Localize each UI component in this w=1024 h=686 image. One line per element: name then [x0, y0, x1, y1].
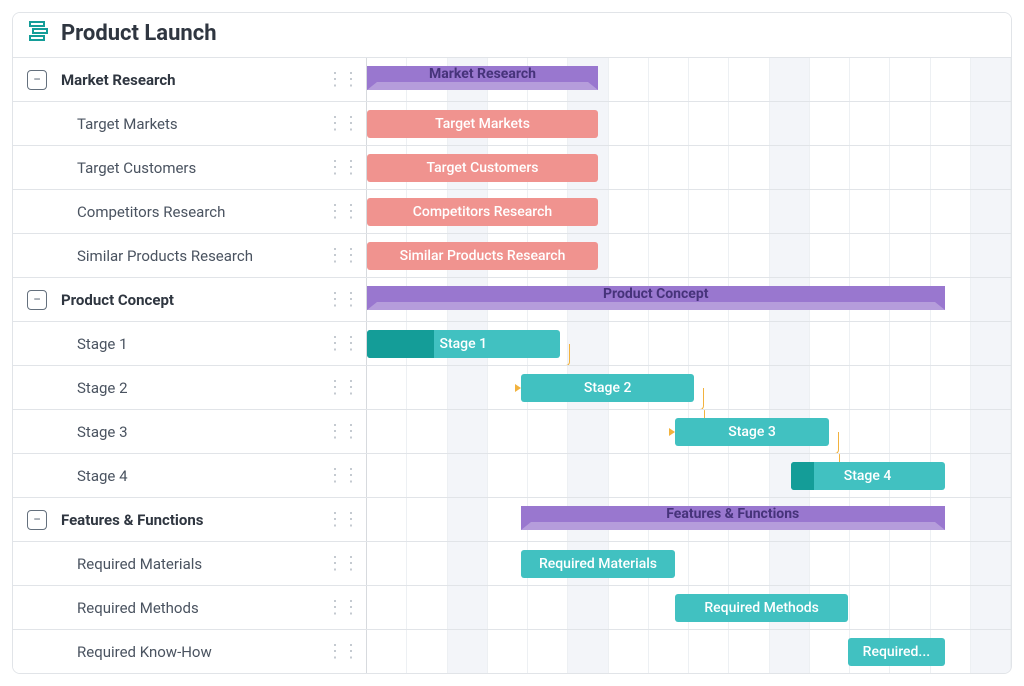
task-row: Target Customers ⋮⋮ Target Customers	[13, 145, 1011, 189]
timeline-cell: Stage 3	[367, 410, 1011, 453]
task-bar-label: Stage 3	[728, 424, 776, 440]
timeline-cell: Stage 1	[367, 322, 1011, 365]
timeline-cell: Similar Products Research	[367, 234, 1011, 277]
task-row: Required Materials ⋮⋮ Required Materials	[13, 541, 1011, 585]
progress-fill	[791, 462, 814, 490]
group-bar-label: Market Research	[367, 66, 598, 82]
drag-handle-icon[interactable]: ⋮⋮	[326, 201, 358, 222]
task-label: Stage 2	[27, 379, 326, 397]
task-label: Similar Products Research	[27, 247, 326, 265]
timeline-cell: Competitors Research	[367, 190, 1011, 233]
group-bar-label: Features & Functions	[521, 506, 945, 522]
timeline-cell: Required...	[367, 630, 1011, 673]
task-label: Target Markets	[27, 115, 326, 133]
drag-handle-icon[interactable]: ⋮⋮	[326, 245, 358, 266]
group-label: Product Concept	[61, 291, 326, 309]
task-bar-label: Similar Products Research	[400, 248, 566, 264]
task-row: Stage 4 ⋮⋮ Stage 4	[13, 453, 1011, 497]
task-label: Stage 3	[27, 423, 326, 441]
gantt-chart: Product Launch − Market Research ⋮⋮ Mark…	[12, 12, 1012, 674]
drag-handle-icon[interactable]: ⋮⋮	[326, 289, 358, 310]
task-label: Target Customers	[27, 159, 326, 177]
collapse-toggle[interactable]: −	[27, 70, 47, 90]
task-bar-label: Competitors Research	[413, 204, 552, 220]
task-row: Similar Products Research ⋮⋮ Similar Pro…	[13, 233, 1011, 277]
task-bar-label: Required Materials	[539, 556, 657, 572]
task-label: Stage 4	[27, 467, 326, 485]
drag-handle-icon[interactable]: ⋮⋮	[326, 553, 358, 574]
group-row: − Features & Functions ⋮⋮ Features & Fun…	[13, 497, 1011, 541]
group-row: − Market Research ⋮⋮ Market Research	[13, 57, 1011, 101]
timeline-cell: Features & Functions	[367, 498, 1011, 541]
task-label: Required Materials	[27, 555, 326, 573]
task-bar[interactable]: Stage 1	[367, 330, 560, 358]
timeline-cell: Required Materials	[367, 542, 1011, 585]
task-bar[interactable]: Required...	[848, 638, 944, 666]
task-row: Target Markets ⋮⋮ Target Markets	[13, 101, 1011, 145]
task-bar-label: Required Methods	[704, 600, 819, 616]
timeline-cell: Stage 4	[367, 454, 1011, 497]
task-label: Required Methods	[27, 599, 326, 617]
task-bar-label: Required...	[863, 644, 930, 660]
drag-handle-icon[interactable]: ⋮⋮	[326, 377, 358, 398]
drag-handle-icon[interactable]: ⋮⋮	[326, 421, 358, 442]
task-bar-label: Stage 4	[844, 468, 892, 484]
drag-handle-icon[interactable]: ⋮⋮	[326, 641, 358, 662]
task-row: Required Know-How ⋮⋮ Required...	[13, 629, 1011, 673]
timeline-cell: Product Concept	[367, 278, 1011, 321]
task-label: Stage 1	[27, 335, 326, 353]
drag-handle-icon[interactable]: ⋮⋮	[326, 333, 358, 354]
project-title: Product Launch	[61, 21, 217, 46]
task-bar[interactable]: Required Methods	[675, 594, 848, 622]
task-bar[interactable]: Target Customers	[367, 154, 598, 182]
task-bar[interactable]: Target Markets	[367, 110, 598, 138]
drag-handle-icon[interactable]: ⋮⋮	[326, 509, 358, 530]
task-row: Stage 1 ⋮⋮ Stage 1	[13, 321, 1011, 365]
progress-fill	[367, 330, 434, 358]
gantt-header: Product Launch	[13, 13, 1011, 57]
drag-handle-icon[interactable]: ⋮⋮	[326, 69, 358, 90]
task-label: Competitors Research	[27, 203, 326, 221]
group-label: Market Research	[61, 71, 326, 89]
group-bar[interactable]: Features & Functions	[521, 506, 945, 530]
timeline-cell: Market Research	[367, 58, 1011, 101]
gantt-icon	[27, 19, 51, 47]
timeline-cell: Stage 2	[367, 366, 1011, 409]
collapse-toggle[interactable]: −	[27, 290, 47, 310]
task-row: Stage 3 ⋮⋮ Stage 3	[13, 409, 1011, 453]
collapse-toggle[interactable]: −	[27, 510, 47, 530]
task-bar[interactable]: Stage 2	[521, 374, 694, 402]
task-bar[interactable]: Stage 4	[791, 462, 945, 490]
task-bar[interactable]: Stage 3	[675, 418, 829, 446]
group-bar[interactable]: Market Research	[367, 66, 598, 90]
group-bar[interactable]: Product Concept	[367, 286, 945, 310]
task-row: Competitors Research ⋮⋮ Competitors Rese…	[13, 189, 1011, 233]
task-bar[interactable]: Competitors Research	[367, 198, 598, 226]
group-row: − Product Concept ⋮⋮ Product Concept	[13, 277, 1011, 321]
timeline-cell: Target Customers	[367, 146, 1011, 189]
drag-handle-icon[interactable]: ⋮⋮	[326, 465, 358, 486]
task-bar-label: Stage 1	[439, 336, 487, 352]
drag-handle-icon[interactable]: ⋮⋮	[326, 597, 358, 618]
task-bar-label: Target Customers	[427, 160, 539, 176]
task-bar-label: Stage 2	[584, 380, 632, 396]
task-label: Required Know-How	[27, 643, 326, 661]
task-bar-label: Target Markets	[435, 116, 530, 132]
drag-handle-icon[interactable]: ⋮⋮	[326, 113, 358, 134]
timeline-cell: Target Markets	[367, 102, 1011, 145]
drag-handle-icon[interactable]: ⋮⋮	[326, 157, 358, 178]
group-bar-label: Product Concept	[367, 286, 945, 302]
task-bar[interactable]: Required Materials	[521, 550, 675, 578]
task-row: Required Methods ⋮⋮ Required Methods	[13, 585, 1011, 629]
timeline-cell: Required Methods	[367, 586, 1011, 629]
task-row: Stage 2 ⋮⋮ Stage 2	[13, 365, 1011, 409]
task-bar[interactable]: Similar Products Research	[367, 242, 598, 270]
group-label: Features & Functions	[61, 511, 326, 529]
